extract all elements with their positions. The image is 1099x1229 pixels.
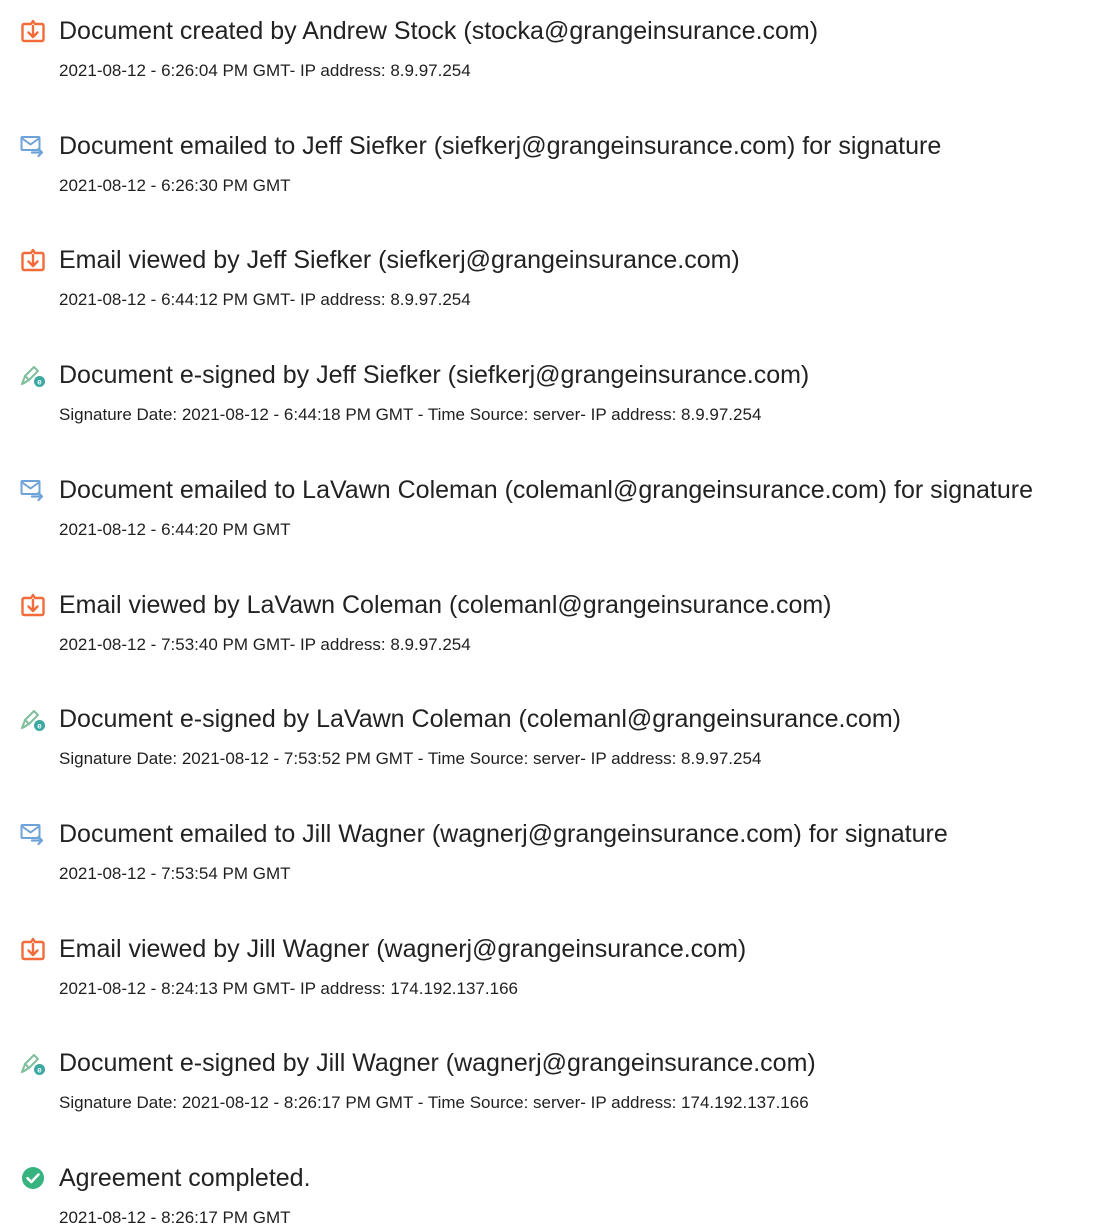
svg-text:e: e xyxy=(37,378,42,387)
event-title: Document e-signed by LaVawn Coleman (col… xyxy=(59,705,902,733)
event-title: Document emailed to Jeff Siefker (siefke… xyxy=(59,132,942,160)
event-title: Email viewed by LaVawn Coleman (colemanl… xyxy=(59,591,832,619)
event-detail: 2021-08-12 - 7:53:40 PM GMT- IP address:… xyxy=(59,635,471,654)
document-viewed-icon xyxy=(20,936,46,962)
svg-text:e: e xyxy=(37,1066,42,1075)
event-detail: 2021-08-12 - 6:44:20 PM GMT xyxy=(59,520,291,539)
email-sent-icon xyxy=(20,133,46,159)
document-created-icon xyxy=(20,18,46,44)
svg-text:e: e xyxy=(37,722,42,731)
event-title: Document emailed to Jill Wagner (wagnerj… xyxy=(59,820,948,848)
document-viewed-icon xyxy=(20,592,46,618)
event-detail: 2021-08-12 - 8:24:13 PM GMT- IP address:… xyxy=(59,979,518,998)
event-title: Agreement completed. xyxy=(59,1164,311,1192)
event-title: Document e-signed by Jeff Siefker (siefk… xyxy=(59,361,810,389)
event-detail: 2021-08-12 - 6:26:04 PM GMT- IP address:… xyxy=(59,61,471,80)
esign-pen-icon: e xyxy=(20,706,46,732)
agreement-completed-icon xyxy=(20,1165,46,1191)
esign-pen-icon: e xyxy=(20,362,46,388)
event-title: Document created by Andrew Stock (stocka… xyxy=(59,17,819,45)
event-detail: 2021-08-12 - 6:26:30 PM GMT xyxy=(59,176,291,195)
email-sent-icon xyxy=(20,477,46,503)
event-detail: 2021-08-12 - 6:44:12 PM GMT- IP address:… xyxy=(59,290,471,309)
document-viewed-icon xyxy=(20,247,46,273)
event-title: Email viewed by Jeff Siefker (siefkerj@g… xyxy=(59,246,740,274)
event-title: Document emailed to LaVawn Coleman (cole… xyxy=(59,476,1034,504)
event-title: Email viewed by Jill Wagner (wagnerj@gra… xyxy=(59,935,747,963)
event-title: Document e-signed by Jill Wagner (wagner… xyxy=(59,1049,816,1077)
event-detail: 2021-08-12 - 7:53:54 PM GMT xyxy=(59,864,291,883)
event-detail: Signature Date: 2021-08-12 - 6:44:18 PM … xyxy=(59,405,762,424)
event-detail: Signature Date: 2021-08-12 - 8:26:17 PM … xyxy=(59,1093,809,1112)
esign-pen-icon: e xyxy=(20,1050,46,1076)
event-detail: Signature Date: 2021-08-12 - 7:53:52 PM … xyxy=(59,749,762,768)
email-sent-icon xyxy=(20,821,46,847)
